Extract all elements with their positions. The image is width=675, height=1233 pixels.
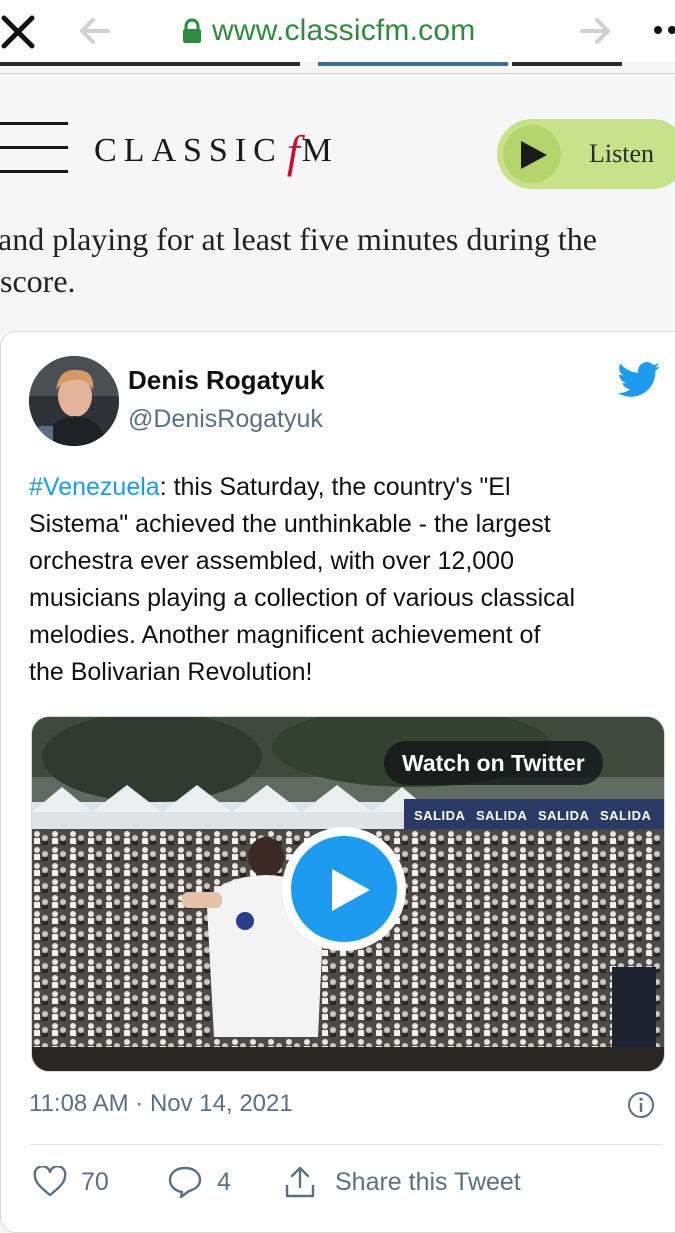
info-icon[interactable]: [627, 1091, 655, 1119]
logo-f: f: [286, 125, 300, 177]
heart-icon: [33, 1166, 67, 1197]
reply-count: 4: [217, 1167, 231, 1196]
twitter-bird-icon[interactable]: [617, 362, 661, 398]
author-name[interactable]: Denis Rogatyuk: [128, 365, 325, 396]
cut-off-text-strip: [0, 62, 675, 76]
video-play-button[interactable]: [282, 827, 406, 951]
more-options-icon[interactable]: [650, 20, 675, 40]
menu-icon[interactable]: [0, 122, 68, 176]
banner-text: SALIDA: [414, 808, 466, 823]
back-arrow-icon[interactable]: [78, 16, 112, 46]
tweet-text-line: Sistema" achieved the unthinkable - the …: [29, 510, 551, 538]
avatar[interactable]: [29, 356, 119, 446]
tweet-text-line: melodies. Another magnificent achievemen…: [29, 621, 541, 649]
lock-icon: [183, 18, 201, 43]
reply-button[interactable]: 4: [167, 1162, 231, 1202]
logo-word: CLASSIC: [94, 132, 283, 169]
browser-toolbar: www.classicfm.com: [0, 0, 675, 62]
tweet-text: #Venezuela: this Saturday, the country's…: [29, 469, 659, 691]
share-label: Share this Tweet: [335, 1167, 521, 1196]
tweet-text-line: musicians playing a collection of variou…: [29, 584, 576, 612]
article-body: and playing for at least five minutes du…: [0, 210, 675, 300]
hashtag-link[interactable]: #Venezuela: [29, 473, 160, 501]
share-tweet-button[interactable]: Share this Tweet: [283, 1162, 521, 1202]
tweet-text-line: : this Saturday, the country's "El: [159, 473, 511, 501]
tweet-text-line: orchestra ever assembled, with over 12,0…: [29, 547, 514, 575]
video-preview[interactable]: SALIDA SALIDA SALIDA SALIDA Watch on Twi…: [31, 716, 665, 1072]
site-header: CLASSIC f M Listen: [0, 76, 675, 210]
watch-on-twitter-button[interactable]: Watch on Twitter: [384, 741, 603, 785]
forward-arrow-icon[interactable]: [578, 16, 612, 46]
banner-text: SALIDA: [600, 808, 652, 823]
address-bar-url[interactable]: www.classicfm.com: [212, 12, 475, 50]
embedded-tweet[interactable]: Denis Rogatyuk @DenisRogatyuk #Venezuela…: [0, 331, 675, 1233]
logo-m: M: [301, 132, 332, 169]
author-handle[interactable]: @DenisRogatyuk: [128, 405, 323, 434]
reply-bubble-icon: [168, 1166, 202, 1199]
tweet-timestamp[interactable]: 11:08 AM · Nov 14, 2021: [29, 1090, 293, 1118]
share-icon: [285, 1166, 315, 1198]
play-icon: [503, 125, 561, 183]
tweet-text-line: the Bolivarian Revolution!: [29, 658, 313, 686]
close-icon[interactable]: [0, 12, 36, 50]
like-count: 70: [81, 1167, 109, 1196]
article-line: and playing for at least five minutes du…: [0, 221, 597, 257]
banner-text: SALIDA: [476, 808, 528, 823]
tweet-actions: 70 4 Share this Tweet: [29, 1162, 669, 1202]
listen-button[interactable]: Listen: [497, 119, 675, 189]
listen-label: Listen: [589, 139, 654, 168]
like-button[interactable]: 70: [33, 1162, 109, 1202]
classic-fm-logo[interactable]: CLASSIC f M: [94, 125, 332, 177]
play-icon: [291, 836, 397, 942]
banner-text: SALIDA: [538, 808, 590, 823]
divider: [29, 1144, 663, 1145]
article-line: score.: [0, 263, 76, 299]
